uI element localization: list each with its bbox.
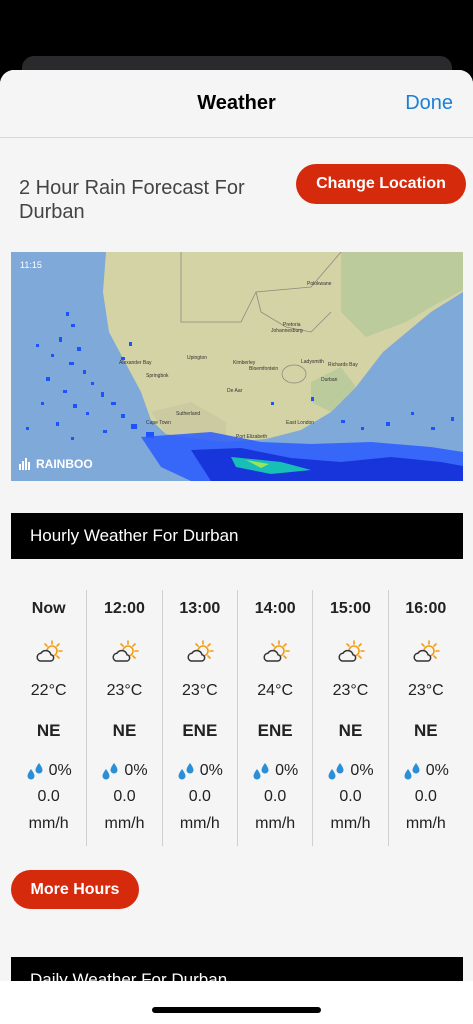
svg-text:Johannesburg: Johannesburg — [271, 328, 303, 334]
navigation-bar: Weather Done — [0, 70, 473, 138]
hour-temperature: 23°C — [181, 682, 218, 699]
hour-rain-chance: 0% — [238, 761, 312, 781]
rainboo-logo-text: RAINBOO — [36, 457, 93, 471]
hour-rain-amount: 0.0 — [37, 788, 60, 805]
partly-sunny-icon — [186, 640, 215, 664]
svg-text:Ladysmith: Ladysmith — [301, 359, 324, 365]
rain-chance-value: 0% — [425, 762, 449, 779]
weather-sheet: Weather Done 2 Hour Rain Forecast For Du… — [0, 70, 473, 1024]
home-indicator-area — [0, 981, 473, 1024]
hour-rain-unit: mm/h — [330, 815, 371, 832]
hour-rain-chance: 0% — [313, 761, 387, 781]
partly-sunny-icon — [337, 640, 365, 664]
rainboo-bars-icon — [19, 458, 30, 470]
rain-drops-icon — [26, 761, 46, 781]
hour-rain-unit: mm/h — [104, 815, 145, 832]
hour-wind-direction: NE — [112, 721, 137, 740]
hour-temperature: 23°C — [332, 682, 369, 699]
hour-rain-chance: 0% — [389, 761, 463, 781]
hour-column: 13:00 23°C ENE 0% 0.0 mm/h — [161, 590, 237, 846]
hour-rain-unit: mm/h — [28, 815, 69, 832]
hour-temperature: 22°C — [30, 682, 67, 699]
partly-sunny-icon — [35, 640, 63, 664]
hour-time: 16:00 — [405, 600, 447, 617]
hour-column: 14:00 24°C ENE 0% 0.0 mm/h — [237, 590, 312, 846]
hour-rain-chance: 0% — [163, 761, 237, 781]
hour-column: 16:00 23°C NE 0% 0.0 mm/h — [387, 590, 463, 846]
hour-rain-amount: 0.0 — [188, 788, 211, 805]
svg-text:Sutherland: Sutherland — [176, 411, 200, 417]
radar-time: 11:15 — [20, 260, 42, 270]
svg-text:Durban: Durban — [321, 377, 338, 383]
rain-chance-value: 0% — [124, 762, 148, 779]
rain-chance-value: 0% — [275, 762, 299, 779]
map-graphic: Polokwane Pretoria Johannesburg Ladysmit… — [11, 252, 463, 481]
svg-text:Upington: Upington — [187, 355, 207, 361]
rain-forecast-title: 2 Hour Rain Forecast For Durban — [19, 177, 245, 223]
hour-column: 12:00 23°C NE 0% 0.0 mm/h — [86, 590, 161, 846]
rain-chance-value: 0% — [350, 762, 374, 779]
hour-temperature: 24°C — [257, 682, 294, 699]
hour-wind-direction: ENE — [182, 721, 218, 740]
partly-sunny-icon — [111, 640, 139, 664]
rain-drops-icon — [101, 761, 121, 781]
hour-rain-chance: 0% — [11, 761, 86, 781]
hour-rain-chance: 0% — [87, 761, 161, 781]
hour-time: 13:00 — [179, 600, 221, 617]
more-hours-button[interactable]: More Hours — [11, 870, 139, 909]
change-location-button[interactable]: Change Location — [296, 164, 466, 204]
hour-rain-amount: 0.0 — [113, 788, 136, 805]
hour-rain-amount: 0.0 — [414, 788, 437, 805]
partly-sunny-icon — [412, 640, 441, 664]
rain-drops-icon — [327, 761, 347, 781]
svg-text:Bloemfontein: Bloemfontein — [249, 366, 278, 372]
svg-text:East London: East London — [286, 420, 314, 426]
hour-rain-amount: 0.0 — [264, 788, 287, 805]
svg-text:Alexander Bay: Alexander Bay — [119, 360, 152, 366]
home-indicator[interactable] — [152, 1007, 321, 1013]
hour-time: Now — [31, 600, 66, 617]
hour-wind-direction: NE — [36, 721, 61, 740]
svg-text:Port Elizabeth: Port Elizabeth — [236, 434, 267, 440]
partly-sunny-icon — [262, 640, 290, 664]
svg-text:Richards Bay: Richards Bay — [328, 362, 358, 368]
rainboo-logo: RAINBOO — [19, 457, 93, 471]
hour-time: 12:00 — [104, 600, 145, 617]
hour-time: 14:00 — [254, 600, 296, 617]
hour-temperature: 23°C — [407, 682, 444, 699]
hour-rain-amount: 0.0 — [339, 788, 362, 805]
svg-text:Cape Town: Cape Town — [146, 420, 171, 426]
rain-drops-icon — [252, 761, 272, 781]
svg-text:De Aar: De Aar — [227, 388, 243, 394]
hourly-weather-header: Hourly Weather For Durban — [11, 513, 463, 559]
hour-column: 15:00 23°C NE 0% 0.0 mm/h — [312, 590, 387, 846]
hour-time: 15:00 — [330, 600, 371, 617]
hour-wind-direction: NE — [414, 721, 438, 740]
hour-rain-unit: mm/h — [405, 815, 446, 832]
svg-text:Springbok: Springbok — [146, 373, 169, 379]
hour-rain-unit: mm/h — [255, 815, 296, 832]
nav-title: Weather — [197, 92, 276, 114]
hour-wind-direction: ENE — [257, 721, 293, 740]
done-button[interactable]: Done — [405, 92, 453, 115]
rain-drops-icon — [403, 761, 423, 781]
svg-text:Polokwane: Polokwane — [307, 281, 332, 287]
hour-temperature: 23°C — [106, 682, 143, 699]
rain-radar-map[interactable]: Polokwane Pretoria Johannesburg Ladysmit… — [11, 252, 463, 481]
rain-drops-icon — [177, 761, 197, 781]
hourly-forecast-list: Now 22°C NE 0% 0.0 mm/h 12:00 23°C NE 0% 0.0 mm/h 13… — [11, 590, 463, 846]
hour-rain-unit: mm/h — [179, 815, 220, 832]
rain-chance-value: 0% — [48, 762, 72, 779]
hour-column: Now 22°C NE 0% 0.0 mm/h — [11, 590, 86, 846]
hour-wind-direction: NE — [338, 721, 363, 740]
rain-chance-value: 0% — [199, 762, 223, 779]
